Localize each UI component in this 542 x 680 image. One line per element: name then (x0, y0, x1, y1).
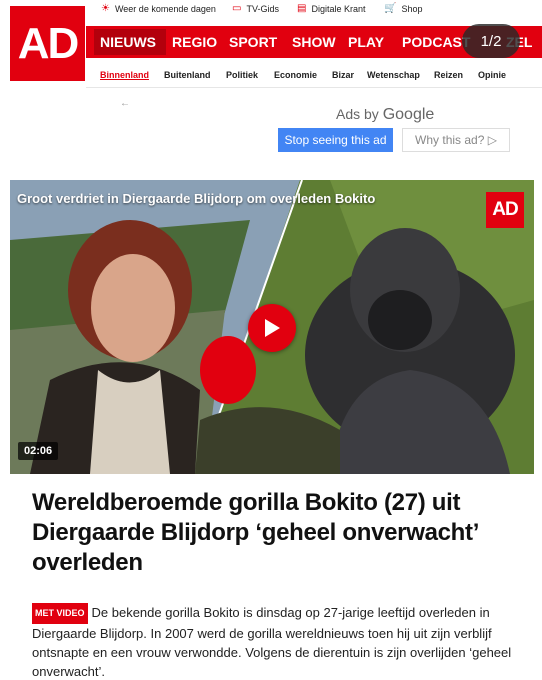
utility-link-shop[interactable]: 🛒 Shop (384, 3, 423, 15)
ad-back-arrow-icon[interactable]: ← (120, 98, 130, 109)
utility-link-label: TV-Gids (246, 4, 279, 14)
sub-nav-reizen[interactable]: Reizen (434, 70, 463, 80)
sub-nav-opinie[interactable]: Opinie (478, 70, 506, 80)
cart-icon: 🛒 (384, 3, 397, 14)
utility-link-weather[interactable]: ☀ Weer de komende dagen (101, 3, 216, 15)
stop-seeing-ad-button[interactable]: Stop seeing this ad (278, 128, 393, 152)
play-button[interactable] (248, 304, 296, 352)
play-icon (265, 319, 280, 337)
utility-link-label: Weer de komende dagen (114, 4, 216, 14)
nav-item-podcast[interactable]: PODCAST (402, 34, 470, 50)
sub-nav-bizar[interactable]: Bizar (332, 70, 354, 80)
sub-nav-economie[interactable]: Economie (274, 70, 317, 80)
sub-nav: Binnenland Buitenland Politiek Economie … (86, 60, 542, 88)
ad-block: ← Ads by Google Stop seeing this ad Why … (112, 94, 527, 164)
logo-text: AD (17, 18, 80, 68)
video-duration: 02:06 (18, 442, 59, 460)
weather-icon: ☀ (101, 3, 110, 14)
tv-icon: ▭ (232, 3, 242, 14)
ads-by-google: Ads by Google (336, 106, 434, 124)
ad-logo[interactable]: AD (10, 6, 85, 81)
sub-nav-binnenland[interactable]: Binnenland (100, 70, 149, 80)
ads-by-label: Ads by (336, 106, 379, 122)
video-badge: MET VIDEO (32, 603, 88, 624)
nav-item-show[interactable]: SHOW (292, 34, 336, 50)
utility-link-digitale-krant[interactable]: ▤ Digitale Krant (297, 3, 366, 15)
google-wordmark: Google (382, 106, 435, 123)
article-lead-text: De bekende gorilla Bokito is dinsdag op … (32, 605, 512, 679)
sub-nav-buitenland[interactable]: Buitenland (164, 70, 211, 80)
utility-link-label: Digitale Krant (311, 4, 366, 14)
nav-item-regio[interactable]: REGIO (172, 34, 217, 50)
video-player[interactable]: Groot verdriet in Diergaarde Blijdorp om… (10, 180, 534, 474)
utility-link-label: Shop (401, 4, 423, 14)
nav-item-nieuws[interactable]: NIEUWS (100, 34, 156, 50)
video-title: Groot verdriet in Diergaarde Blijdorp om… (17, 191, 376, 206)
sub-nav-wetenschap[interactable]: Wetenschap (367, 70, 420, 80)
article-lead: MET VIDEO De bekende gorilla Bokito is di… (32, 603, 532, 680)
sub-nav-politiek[interactable]: Politiek (226, 70, 258, 80)
nav-item-play[interactable]: PLAY (348, 34, 384, 50)
video-ad-logo: AD (486, 192, 524, 228)
article-headline[interactable]: Wereldberoemde gorilla Bokito (27) uit D… (32, 488, 532, 578)
image-pager: 1/2 (462, 24, 520, 58)
utility-link-tv-gids[interactable]: ▭ TV-Gids (232, 3, 279, 15)
why-this-ad-button[interactable]: Why this ad? ▷ (402, 128, 510, 152)
newspaper-icon: ▤ (297, 3, 307, 14)
nav-item-sport[interactable]: SPORT (229, 34, 277, 50)
